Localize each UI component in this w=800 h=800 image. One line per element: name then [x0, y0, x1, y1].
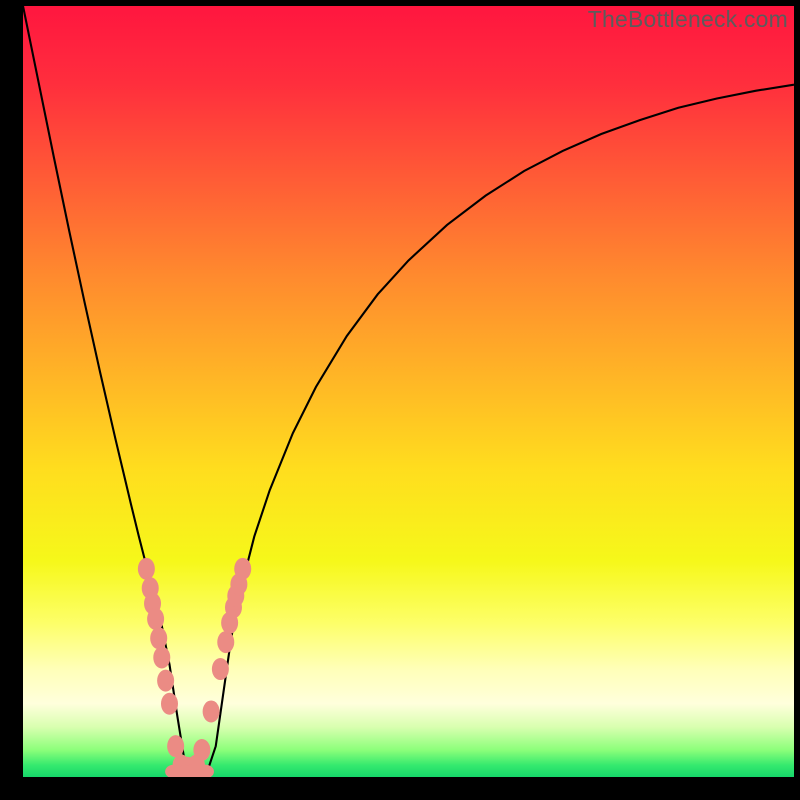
- data-marker: [157, 670, 174, 692]
- chart-plot-area: [23, 6, 794, 777]
- data-marker: [161, 693, 178, 715]
- data-marker: [150, 627, 167, 649]
- data-marker: [153, 647, 170, 669]
- data-marker: [234, 558, 251, 580]
- chart-frame: TheBottleneck.com: [0, 0, 800, 800]
- data-marker: [212, 658, 229, 680]
- data-marker: [147, 608, 164, 630]
- watermark-text: TheBottleneck.com: [588, 6, 788, 33]
- data-marker: [217, 631, 234, 653]
- data-marker: [167, 735, 184, 757]
- flat-marker-group: [165, 765, 214, 777]
- data-marker: [193, 739, 210, 761]
- chart-svg: [23, 6, 794, 777]
- data-marker: [138, 558, 155, 580]
- gradient-background: [23, 6, 794, 777]
- data-marker: [203, 700, 220, 722]
